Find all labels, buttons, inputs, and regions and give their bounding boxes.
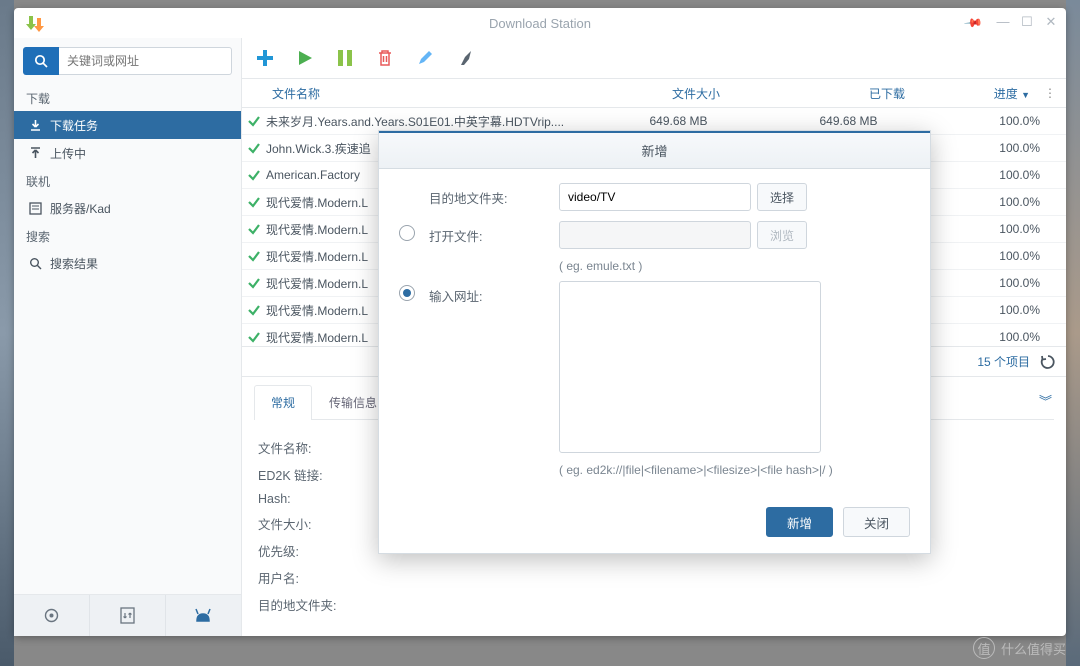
toolbar xyxy=(242,38,1066,78)
sidebar-item[interactable]: 搜索结果 xyxy=(14,249,241,277)
column-menu-button[interactable]: ⋮ xyxy=(1040,86,1060,100)
row-progress: 100.0% xyxy=(941,141,1066,155)
url-textarea[interactable] xyxy=(559,281,821,453)
tab-general[interactable]: 常规 xyxy=(254,385,312,420)
close-button[interactable]: ✕ xyxy=(1044,14,1058,30)
sidebar: 下载下载任务上传中联机服务器/Kad 搜索搜索结果 xyxy=(14,38,242,636)
column-progress[interactable]: 进度 ▼ xyxy=(915,85,1040,102)
transfer-manager-button[interactable] xyxy=(90,595,166,636)
column-name[interactable]: 文件名称 xyxy=(242,85,575,102)
titlebar: Download Station 📌 — ☐ ✕ xyxy=(14,8,1066,38)
sidebar-item[interactable]: 上传中 xyxy=(14,139,241,167)
settings-button[interactable] xyxy=(14,595,90,636)
item-count: 15 个项目 xyxy=(977,353,1030,370)
start-button[interactable] xyxy=(294,47,316,69)
collapse-button[interactable]: ︾ xyxy=(1039,391,1052,410)
detail-user: 用户名: xyxy=(258,568,1050,587)
enter-url-label: 输入网址: xyxy=(429,281,559,305)
row-progress: 100.0% xyxy=(941,168,1066,182)
edit-button[interactable] xyxy=(414,47,436,69)
check-icon xyxy=(242,330,266,344)
sidebar-item[interactable]: 下载任务 xyxy=(14,111,241,139)
row-progress: 100.0% xyxy=(941,330,1066,344)
row-name: 未来岁月.Years.and.Years.S01E01.中英字幕.HDTVrip… xyxy=(266,113,601,130)
sidebar-item-label: 服务器/Kad xyxy=(50,200,111,217)
window-title: Download Station xyxy=(489,16,591,31)
open-file-input[interactable] xyxy=(559,221,751,249)
row-progress: 100.0% xyxy=(941,114,1066,128)
clear-button[interactable] xyxy=(454,47,476,69)
table-header: 文件名称 文件大小 已下载 进度 ▼ ⋮ xyxy=(242,78,1066,108)
check-icon xyxy=(242,168,266,182)
emule-button[interactable] xyxy=(166,595,241,636)
add-task-button[interactable] xyxy=(254,47,276,69)
nav-section-header: 联机 xyxy=(14,167,241,194)
row-progress: 100.0% xyxy=(941,249,1066,263)
check-icon xyxy=(242,303,266,317)
download-icon xyxy=(28,118,42,132)
column-downloaded[interactable]: 已下载 xyxy=(730,85,915,102)
pin-icon[interactable]: 📌 xyxy=(963,13,983,33)
check-icon xyxy=(242,276,266,290)
dest-folder-label: 目的地文件夹: xyxy=(429,183,559,207)
add-task-dialog: 新增 目的地文件夹: 选择 打开文件: 浏览 ( eg. emule.txt )… xyxy=(378,130,931,554)
detail-dest: 目的地文件夹: xyxy=(258,595,1050,614)
sidebar-item-label: 上传中 xyxy=(50,145,86,162)
row-progress: 100.0% xyxy=(941,222,1066,236)
dialog-title: 新增 xyxy=(379,131,930,169)
server-icon xyxy=(28,201,42,215)
open-file-label: 打开文件: xyxy=(429,221,559,245)
check-icon xyxy=(242,222,266,236)
search-button[interactable] xyxy=(23,47,59,75)
check-icon xyxy=(242,114,266,128)
browse-button[interactable]: 浏览 xyxy=(757,221,807,249)
maximize-button[interactable]: ☐ xyxy=(1020,14,1034,30)
sidebar-item-label: 下载任务 xyxy=(50,117,98,134)
file-hint: ( eg. emule.txt ) xyxy=(559,259,910,273)
search-icon xyxy=(28,256,42,270)
pause-button[interactable] xyxy=(334,47,356,69)
app-logo-icon xyxy=(24,14,44,34)
search-input[interactable] xyxy=(59,47,232,75)
select-folder-button[interactable]: 选择 xyxy=(757,183,807,211)
refresh-button[interactable] xyxy=(1040,354,1056,370)
open-file-radio[interactable] xyxy=(399,225,415,241)
nav-section-header: 下载 xyxy=(14,84,241,111)
dest-folder-input[interactable] xyxy=(559,183,751,211)
row-size: 649.68 MB xyxy=(601,114,756,128)
row-progress: 100.0% xyxy=(941,303,1066,317)
check-icon xyxy=(242,141,266,155)
check-icon xyxy=(242,249,266,263)
row-downloaded: 649.68 MB xyxy=(756,114,941,128)
url-hint: ( eg. ed2k://|file|<filename>|<filesize>… xyxy=(559,463,910,477)
sidebar-item-label: 搜索结果 xyxy=(50,255,98,272)
delete-button[interactable] xyxy=(374,47,396,69)
row-progress: 100.0% xyxy=(941,276,1066,290)
watermark: 值什么值得买 xyxy=(973,637,1066,659)
dialog-cancel-button[interactable]: 关闭 xyxy=(843,507,910,537)
sidebar-item[interactable]: 服务器/Kad xyxy=(14,194,241,222)
nav-section-header: 搜索 xyxy=(14,222,241,249)
row-progress: 100.0% xyxy=(941,195,1066,209)
minimize-button[interactable]: — xyxy=(996,14,1010,30)
check-icon xyxy=(242,195,266,209)
column-size[interactable]: 文件大小 xyxy=(575,85,730,102)
dialog-ok-button[interactable]: 新增 xyxy=(766,507,833,537)
upload-icon xyxy=(28,146,42,160)
enter-url-radio[interactable] xyxy=(399,285,415,301)
